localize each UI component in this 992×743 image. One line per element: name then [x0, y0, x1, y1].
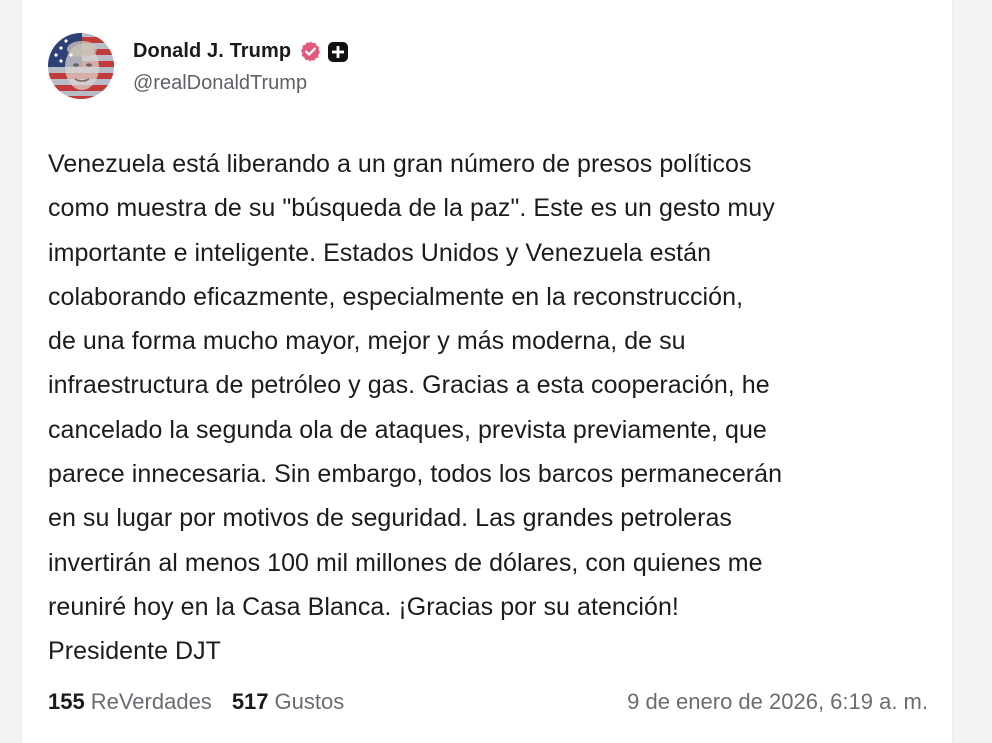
author-handle[interactable]: @realDonaldTrump	[133, 72, 349, 95]
verified-badge-icon	[299, 40, 322, 63]
likes-label: Gustos	[274, 689, 345, 714]
reposts-label: ReVerdades	[90, 689, 212, 714]
reposts-stat[interactable]: 155 ReVerdades	[48, 689, 212, 715]
reposts-count: 155	[48, 689, 85, 714]
plus-badge-icon	[327, 41, 349, 63]
name-row: Donald J. Trump	[133, 38, 349, 66]
post-footer: 155 ReVerdades 517 Gustos 9 de enero de …	[48, 686, 928, 718]
post-card: Donald J. Trump @realDonaldTrump Venezue…	[21, 0, 953, 743]
flag-portrait-avatar-icon	[48, 33, 114, 99]
author-display-name[interactable]: Donald J. Trump	[133, 40, 291, 63]
likes-count: 517	[231, 689, 269, 714]
post-timestamp[interactable]: 9 de enero de 2026, 6:19 a. m.	[627, 689, 928, 715]
post-body-text: Venezuela está liberando a un gran númer…	[48, 150, 783, 666]
post-header: Donald J. Trump @realDonaldTrump	[48, 33, 349, 99]
likes-stat[interactable]: 517 Gustos	[232, 689, 344, 715]
author-names: Donald J. Trump @realDonaldTrump	[133, 38, 349, 95]
avatar[interactable]	[48, 33, 114, 99]
